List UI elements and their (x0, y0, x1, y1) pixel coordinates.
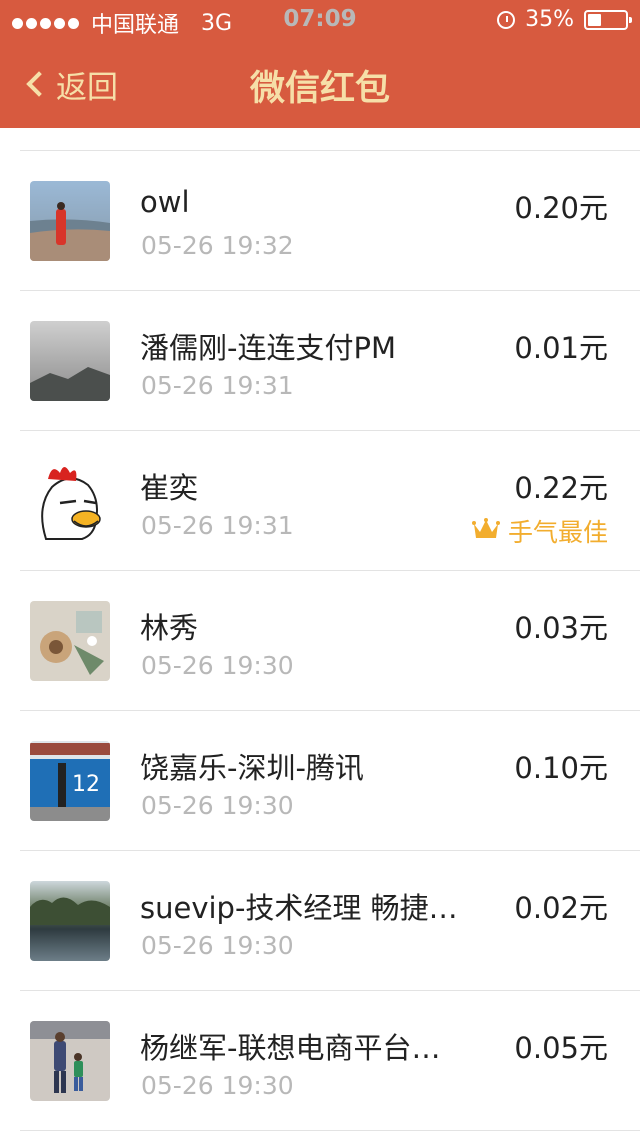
header: 中国联通 3G 07:09 35% 返回 微信红包 (0, 0, 640, 128)
sender-name: 杨继军-联想电商平台… (140, 1031, 441, 1065)
list-item[interactable]: 杨继军-联想电商平台… 05-26 19:30 0.05元 (0, 991, 640, 1130)
status-bar: 中国联通 3G 07:09 35% (0, 0, 640, 40)
avatar[interactable] (30, 461, 110, 541)
alarm-icon (497, 10, 516, 29)
list-item[interactable]: 崔奕 05-26 19:31 0.22元手气最佳 (0, 431, 640, 570)
best-luck-badge: 手气最佳 (471, 513, 608, 549)
list-item[interactable]: suevip-技术经理 畅捷… 05-26 19:30 0.02元 (0, 851, 640, 990)
sender-name: suevip-技术经理 畅捷… (140, 891, 458, 925)
list-item[interactable]: 12 饶嘉乐-深圳-腾讯 05-26 19:30 0.10元 (0, 711, 640, 850)
divider (20, 1130, 640, 1131)
list-item[interactable]: 林秀 05-26 19:30 0.03元 (0, 571, 640, 710)
list-item[interactable]: 潘儒刚-连连支付PM 05-26 19:31 0.01元 (0, 291, 640, 430)
received-time: 05-26 19:30 (141, 931, 294, 960)
sender-name: 潘儒刚-连连支付PM (140, 331, 396, 365)
crown-icon (471, 517, 500, 546)
avatar[interactable]: 12 (30, 741, 110, 821)
sender-name: 饶嘉乐-深圳-腾讯 (140, 751, 364, 785)
amount: 0.01元 (514, 331, 608, 365)
sender-name: 崔奕 (140, 471, 199, 505)
received-time: 05-26 19:30 (141, 1071, 294, 1100)
amount: 0.20元 (514, 191, 608, 225)
sender-name: 林秀 (140, 611, 199, 645)
avatar[interactable] (30, 601, 110, 681)
received-time: 05-26 19:31 (141, 511, 294, 540)
battery-percent: 35% (525, 7, 574, 32)
list-item[interactable]: owl 05-26 19:32 0.20元 (0, 151, 640, 290)
svg-text:12: 12 (72, 772, 100, 797)
red-packet-record-list: owl 05-26 19:32 0.20元潘儒刚-连连支付PM 05-26 19:31… (0, 150, 640, 1131)
battery-icon (584, 9, 632, 30)
received-time: 05-26 19:31 (141, 371, 294, 400)
amount: 0.05元 (514, 1031, 608, 1065)
amount: 0.10元 (514, 751, 608, 785)
received-time: 05-26 19:32 (141, 231, 294, 260)
avatar[interactable] (30, 321, 110, 401)
amount: 0.02元 (514, 891, 608, 925)
avatar[interactable] (30, 1021, 110, 1101)
page-title: 微信红包 (249, 69, 390, 109)
sender-name: owl (140, 185, 190, 219)
received-time: 05-26 19:30 (141, 791, 294, 820)
best-luck-label: 手气最佳 (507, 518, 608, 547)
avatar[interactable] (30, 881, 110, 961)
amount: 0.22元 (514, 471, 608, 505)
amount: 0.03元 (514, 611, 608, 645)
received-time: 05-26 19:30 (141, 651, 294, 680)
nav-bar: 返回 微信红包 (0, 40, 640, 128)
avatar[interactable] (30, 181, 110, 261)
